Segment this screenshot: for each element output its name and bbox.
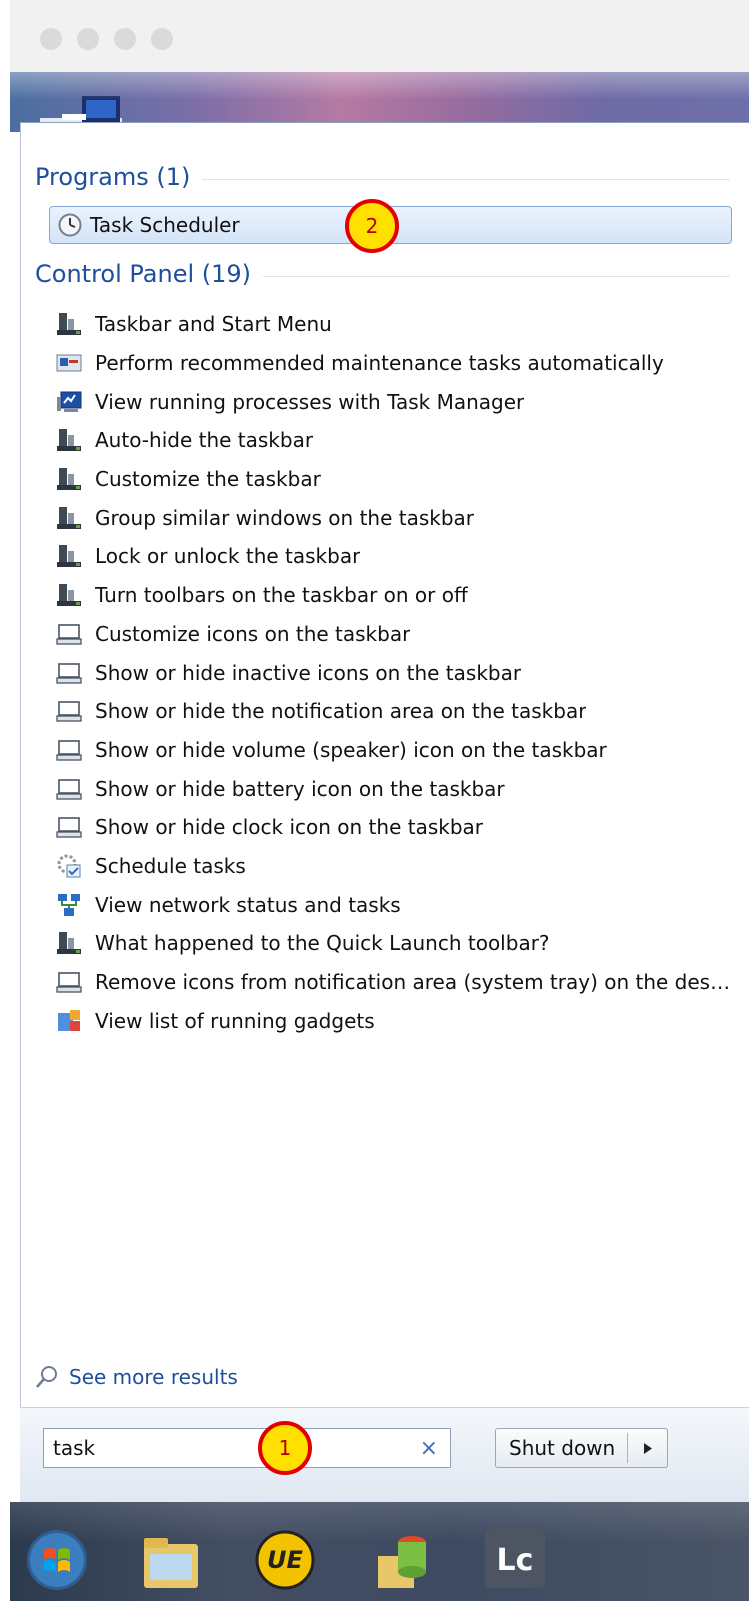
notification-area-icon [55,736,83,764]
taskbar-icon [55,504,83,532]
control-panel-result-item[interactable]: What happened to the Quick Launch toolba… [55,924,735,963]
clear-search-icon[interactable]: × [420,1436,438,1461]
taskbar-icon [55,929,83,957]
search-box[interactable]: × [43,1428,451,1468]
ultraedit-icon[interactable]: UE [250,1514,320,1594]
divider [263,275,730,277]
result-item-label: View list of running gadgets [95,1008,375,1033]
notification-area-icon [55,697,83,725]
taskbar-icon [55,426,83,454]
control-panel-result-item[interactable]: Group similar windows on the taskbar [55,498,735,537]
result-item-label: Perform recommended maintenance tasks au… [95,351,664,376]
svg-text:UE: UE [267,1546,303,1574]
control-panel-result-item[interactable]: Schedule tasks [55,847,735,886]
divider [202,178,730,180]
result-item-label: Turn toolbars on the taskbar on or off [95,583,468,608]
control-panel-header-label: Control Panel (19) [35,260,252,288]
see-more-label: See more results [69,1365,238,1389]
control-panel-result-item[interactable]: Show or hide clock icon on the taskbar [55,808,735,847]
result-item-label: Auto-hide the taskbar [95,428,314,453]
callout-badge-1: 1 [258,1421,312,1475]
control-panel-results-list: Taskbar and Start Menu Perform recommende… [55,305,735,1040]
result-item-label: Group similar windows on the taskbar [95,505,475,530]
control-panel-result-item[interactable]: Show or hide the notification area on th… [55,692,735,731]
control-panel-result-item[interactable]: Show or hide inactive icons on the taskb… [55,653,735,692]
result-item-label: Show or hide battery icon on the taskbar [95,776,505,801]
notification-area-icon [55,813,83,841]
control-panel-result-item[interactable]: Show or hide volume (speaker) icon on th… [55,731,735,770]
network-icon [55,891,83,919]
notification-area-icon [55,620,83,648]
programs-group-header: Programs (1) [35,163,730,191]
window-titlebar [10,0,749,73]
task-manager-icon [55,388,83,416]
result-item-label: View running processes with Task Manager [95,389,525,414]
shut-down-label: Shut down [509,1436,616,1460]
schedule-icon [55,852,83,880]
taskbar-icon [55,465,83,493]
shut-down-options-button[interactable] [628,1442,667,1454]
callout-badge-2: 2 [345,199,399,253]
magnifier-icon [36,1366,57,1388]
control-panel-result-item[interactable]: Auto-hide the taskbar [55,421,735,460]
clock-icon [58,213,82,237]
notification-area-icon [55,775,83,803]
result-item-label: What happened to the Quick Launch toolba… [95,931,550,956]
control-panel-result-item[interactable]: View list of running gadgets [55,1001,735,1040]
window-minimize-dot[interactable] [77,28,99,50]
control-panel-result-item[interactable]: Customize the taskbar [55,460,735,499]
control-panel-result-item[interactable]: View network status and tasks [55,885,735,924]
control-panel-result-item[interactable]: Show or hide battery icon on the taskbar [55,769,735,808]
result-item-label: Show or hide clock icon on the taskbar [95,815,483,840]
svg-text:Lc: Lc [497,1543,534,1578]
file-explorer-icon[interactable] [136,1514,206,1594]
taskbar-icon [55,542,83,570]
control-panel-result-item[interactable]: Turn toolbars on the taskbar on or off [55,576,735,615]
window-controls [40,28,173,50]
triangle-right-icon [643,1442,652,1454]
result-item-label: Customize the taskbar [95,467,321,492]
control-panel-result-item[interactable]: Taskbar and Start Menu [55,305,735,344]
window-close-dot[interactable] [40,28,62,50]
search-input[interactable] [53,1435,413,1461]
control-panel-group-header: Control Panel (19) [35,260,730,288]
shut-down-button[interactable]: Shut down [495,1428,668,1468]
action-center-icon [55,349,83,377]
gadgets-icon [55,1007,83,1035]
result-item-label: Show or hide inactive icons on the taskb… [95,660,522,685]
result-item-label: Schedule tasks [95,853,246,878]
notification-area-icon [55,659,83,687]
result-item-label: Remove icons from notification area (sys… [95,970,735,995]
result-item-label: Show or hide the notification area on th… [95,699,587,724]
control-panel-result-item[interactable]: Customize icons on the taskbar [55,615,735,654]
lc-app-icon[interactable]: Lc [480,1514,550,1594]
result-item-label: Customize icons on the taskbar [95,621,411,646]
window-extra-dot[interactable] [151,28,173,50]
taskbar: UE Lc [10,1502,749,1601]
programs-header-label: Programs (1) [35,163,191,191]
program-item-label: Task Scheduler [90,213,240,237]
taskbar-icon [55,581,83,609]
windows-start-orb-icon[interactable] [22,1514,92,1594]
result-item-label: Taskbar and Start Menu [95,312,332,337]
control-panel-result-item[interactable]: View running processes with Task Manager [55,382,735,421]
database-files-icon[interactable] [368,1514,438,1594]
result-item-label: Lock or unlock the taskbar [95,544,361,569]
notification-area-icon [55,968,83,996]
control-panel-result-item[interactable]: Lock or unlock the taskbar [55,537,735,576]
result-item-label: View network status and tasks [95,892,401,917]
result-item-label: Show or hide volume (speaker) icon on th… [95,737,607,762]
see-more-results-link[interactable]: See more results [34,1364,238,1390]
computer-icon [40,96,122,126]
control-panel-result-item[interactable]: Remove icons from notification area (sys… [55,963,735,1002]
taskbar-icon [55,310,83,338]
control-panel-result-item[interactable]: Perform recommended maintenance tasks au… [55,344,735,383]
window-zoom-dot[interactable] [114,28,136,50]
